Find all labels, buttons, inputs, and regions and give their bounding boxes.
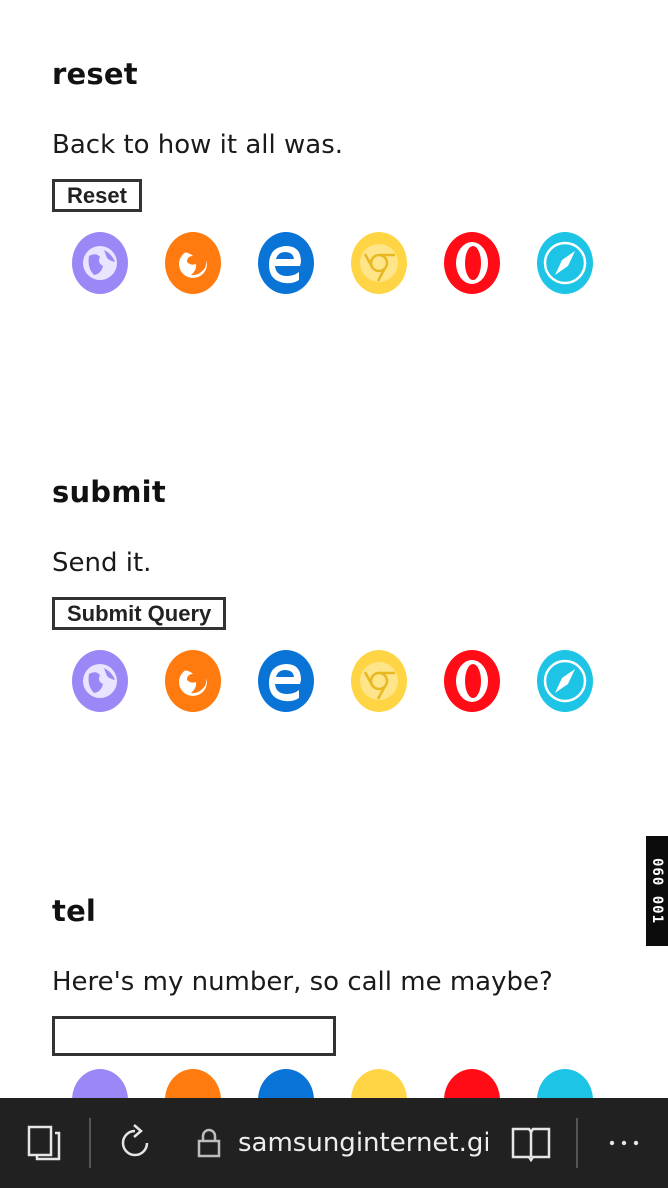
browser-support-list [70,1067,610,1098]
lock-icon [192,1098,226,1188]
samsung-internet-icon [70,1067,130,1098]
section-title: submit [52,475,166,509]
section-title: reset [52,57,138,91]
chrome-icon [349,230,409,296]
safari-icon [535,1067,595,1098]
browser-bottom-bar: samsunginternet.gitl [0,1098,668,1188]
samsung-internet-icon [70,230,130,296]
side-tag-label: 060 001 [649,857,665,925]
browser-support-list [70,230,610,296]
page-content: reset Back to how it all was. Reset subm… [0,0,668,1098]
opera-icon [442,1067,502,1098]
reader-icon[interactable] [506,1098,556,1188]
submit-button[interactable]: Submit Query [52,597,227,630]
reload-icon[interactable] [110,1098,160,1188]
samsung-internet-icon [70,648,130,714]
edge-icon [256,230,316,296]
toolbar-divider [89,1118,91,1168]
opera-icon [442,230,502,296]
section-reset: reset Back to how it all was. Reset [52,56,652,294]
reset-button[interactable]: Reset [52,179,142,212]
section-tel: tel Here's my number, so call me maybe? [52,893,652,1098]
edge-icon [256,648,316,714]
address-bar-url[interactable]: samsunginternet.gitl [238,1098,488,1188]
toolbar-divider [576,1118,578,1168]
firefox-icon [163,648,223,714]
more-icon[interactable] [598,1098,650,1188]
safari-icon [535,648,595,714]
section-description: Send it. [52,548,152,578]
section-submit: submit Send it. Submit Query [52,474,652,712]
section-description: Back to how it all was. [52,130,344,160]
chrome-icon [349,648,409,714]
firefox-icon [163,1067,223,1098]
safari-icon [535,230,595,296]
section-title: tel [52,894,97,928]
tel-input[interactable] [52,1016,336,1056]
side-tag: 060 001 [646,836,668,946]
chrome-icon [349,1067,409,1098]
edge-icon [256,1067,316,1098]
tabs-icon[interactable] [18,1098,72,1188]
firefox-icon [163,230,223,296]
browser-support-list [70,648,610,714]
section-description: Here's my number, so call me maybe? [52,967,553,997]
opera-icon [442,648,502,714]
